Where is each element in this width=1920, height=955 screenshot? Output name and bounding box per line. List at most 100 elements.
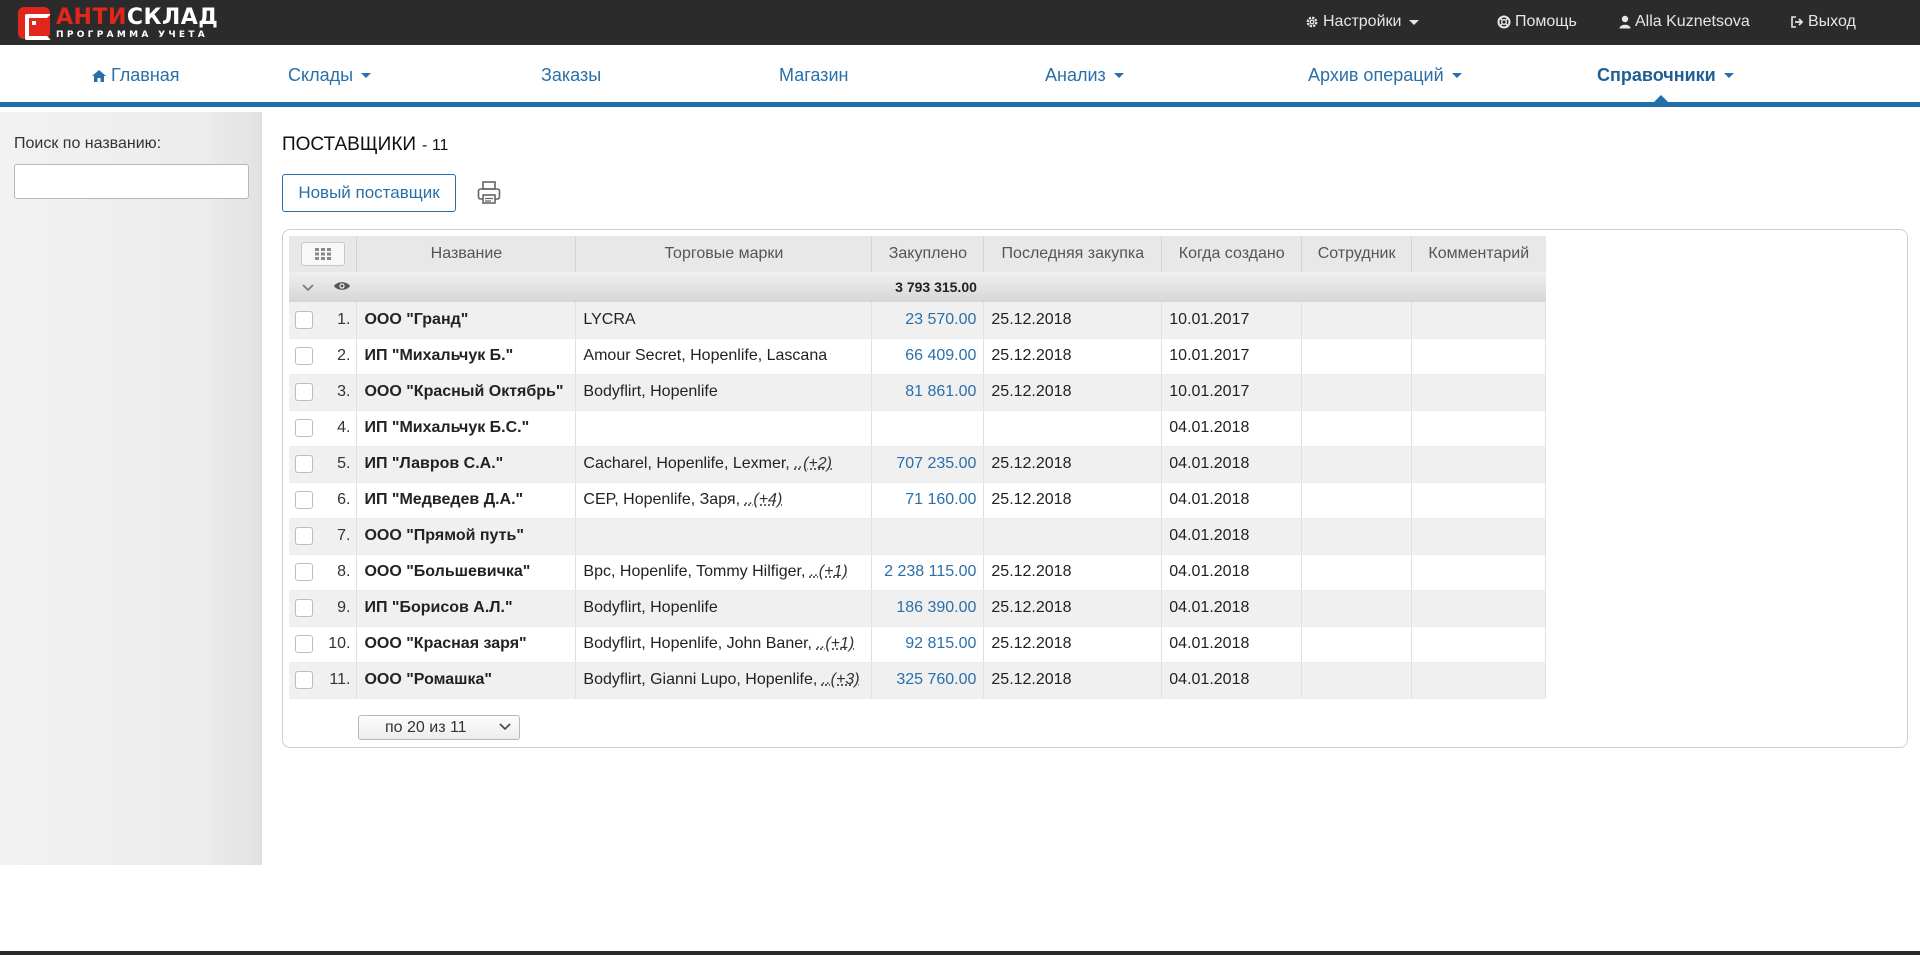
- created-date: 10.01.2017: [1161, 338, 1303, 375]
- purchased-amount[interactable]: 325 760.00: [871, 662, 985, 699]
- purchased-amount[interactable]: [871, 518, 985, 555]
- nav-shop[interactable]: Магазин: [779, 65, 848, 86]
- row-number: 11.: [326, 662, 358, 699]
- last-purchase-date: 25.12.2018: [983, 338, 1163, 375]
- search-input[interactable]: [14, 164, 249, 199]
- more-brands-link[interactable]: ..(+4): [744, 491, 782, 508]
- nav-home[interactable]: Главная: [91, 65, 180, 86]
- more-brands-link[interactable]: ..(+1): [816, 635, 854, 652]
- row-number: 5.: [326, 446, 358, 483]
- table-row[interactable]: 9. ИП "Борисов А.Л." Bodyflirt, Hopenlife 1…: [289, 590, 1546, 627]
- nav-orders[interactable]: Заказы: [541, 65, 601, 86]
- row-checkbox-cell[interactable]: [289, 338, 327, 375]
- app-logo[interactable]: АНТИСКЛАД ПРОГРАММА УЧЕТА: [18, 6, 218, 40]
- nav-analysis[interactable]: Анализ: [1045, 65, 1124, 86]
- created-date: 10.01.2017: [1161, 302, 1303, 339]
- column-chooser-button[interactable]: [300, 242, 345, 266]
- row-checkbox[interactable]: [295, 418, 313, 437]
- created-date: 04.01.2018: [1161, 482, 1303, 519]
- column-header-brands[interactable]: Торговые марки: [575, 236, 873, 272]
- row-checkbox[interactable]: [295, 562, 313, 581]
- logout-link[interactable]: Выход: [1790, 13, 1856, 31]
- supplier-name[interactable]: ООО "Прямой путь": [356, 518, 577, 555]
- more-brands-link[interactable]: ..(+3): [822, 671, 860, 688]
- row-checkbox[interactable]: [295, 526, 313, 545]
- user-menu[interactable]: Alla Kuznetsova: [1619, 13, 1750, 31]
- row-number: 6.: [326, 482, 358, 519]
- page-size-select[interactable]: по 20 из 11: [358, 715, 520, 740]
- column-header-comment[interactable]: Комментарий: [1411, 236, 1546, 272]
- row-checkbox[interactable]: [295, 490, 313, 509]
- purchased-amount[interactable]: 707 235.00: [871, 446, 985, 483]
- supplier-name[interactable]: ООО "Большевичка": [356, 554, 577, 591]
- row-checkbox-cell[interactable]: [289, 482, 327, 519]
- supplier-name[interactable]: ИП "Медведев Д.А.": [356, 482, 577, 519]
- row-checkbox[interactable]: [295, 310, 313, 329]
- column-header-created[interactable]: Когда создано: [1161, 236, 1303, 272]
- purchased-amount[interactable]: [871, 410, 985, 447]
- nav-archive[interactable]: Архив операций: [1308, 65, 1462, 86]
- employee-cell: [1301, 554, 1413, 591]
- comment-cell: [1411, 374, 1546, 411]
- visibility-toggle[interactable]: [326, 272, 357, 302]
- brands-list: Amour Secret, Hopenlife, Lascana: [583, 347, 828, 364]
- supplier-name[interactable]: ИП "Михальчук Б.С.": [356, 410, 577, 447]
- row-checkbox-cell[interactable]: [289, 626, 327, 663]
- more-brands-link[interactable]: ..(+1): [810, 563, 848, 580]
- table-row[interactable]: 11. ООО "Ромашка" Bodyflirt, Gianni Lupo, …: [289, 662, 1546, 699]
- table-row[interactable]: 1. ООО "Гранд" LYCRA 23 570.00 25.12.2018 10.…: [289, 302, 1546, 339]
- supplier-name[interactable]: ООО "Ромашка": [356, 662, 577, 699]
- purchased-amount[interactable]: 186 390.00: [871, 590, 985, 627]
- supplier-name[interactable]: ООО "Гранд": [356, 302, 577, 339]
- nav-references[interactable]: Справочники: [1597, 65, 1734, 86]
- supplier-name[interactable]: ИП "Лавров С.А.": [356, 446, 577, 483]
- nav-warehouses[interactable]: Склады: [288, 65, 372, 86]
- print-icon[interactable]: [476, 180, 502, 206]
- column-header-purchased[interactable]: Закуплено: [871, 236, 985, 272]
- purchased-amount[interactable]: 92 815.00: [871, 626, 985, 663]
- last-purchase-date: [983, 410, 1163, 447]
- row-checkbox-cell[interactable]: [289, 554, 327, 591]
- row-checkbox[interactable]: [295, 382, 313, 401]
- column-header-employee[interactable]: Сотрудник: [1301, 236, 1413, 272]
- row-checkbox-cell[interactable]: [289, 374, 327, 411]
- brands-cell: [575, 410, 873, 447]
- row-checkbox-cell[interactable]: [289, 302, 327, 339]
- purchased-amount[interactable]: 66 409.00: [871, 338, 985, 375]
- row-number: 10.: [326, 626, 358, 663]
- table-row[interactable]: 4. ИП "Михальчук Б.С." 04.01.2018: [289, 410, 1546, 447]
- row-checkbox-cell[interactable]: [289, 446, 327, 483]
- table-row[interactable]: 2. ИП "Михальчук Б." Amour Secret, Hopenli…: [289, 338, 1546, 375]
- collapse-toggle[interactable]: [289, 272, 327, 302]
- purchased-amount[interactable]: 23 570.00: [871, 302, 985, 339]
- table-row[interactable]: 3. ООО "Красный Октябрь" Bodyflirt, Hopenl…: [289, 374, 1546, 411]
- row-checkbox[interactable]: [295, 346, 313, 365]
- settings-menu[interactable]: Настройки: [1305, 13, 1420, 31]
- supplier-name[interactable]: ООО "Красная заря": [356, 626, 577, 663]
- help-link[interactable]: Помощь: [1497, 13, 1577, 31]
- row-checkbox-cell[interactable]: [289, 662, 327, 699]
- purchased-amount[interactable]: 81 861.00: [871, 374, 985, 411]
- more-brands-link[interactable]: ..(+2): [794, 455, 832, 472]
- supplier-name[interactable]: ИП "Борисов А.Л.": [356, 590, 577, 627]
- table-row[interactable]: 7. ООО "Прямой путь" 04.01.2018: [289, 518, 1546, 555]
- table-row[interactable]: 8. ООО "Большевичка" Bpc, Hopenlife, Tommy…: [289, 554, 1546, 591]
- purchased-amount[interactable]: 71 160.00: [871, 482, 985, 519]
- supplier-name[interactable]: ООО "Красный Октябрь": [356, 374, 577, 411]
- new-supplier-button[interactable]: Новый поставщик: [282, 174, 456, 212]
- row-checkbox[interactable]: [295, 670, 313, 689]
- row-checkbox[interactable]: [295, 634, 313, 653]
- row-checkbox[interactable]: [295, 598, 313, 617]
- chevron-down-icon: [1113, 73, 1124, 78]
- row-checkbox-cell[interactable]: [289, 410, 327, 447]
- purchased-amount[interactable]: 2 238 115.00: [871, 554, 985, 591]
- table-row[interactable]: 6. ИП "Медведев Д.А." CEP, Hopenlife, Заря…: [289, 482, 1546, 519]
- row-checkbox[interactable]: [295, 454, 313, 473]
- table-row[interactable]: 10. ООО "Красная заря" Bodyflirt, Hopenlif…: [289, 626, 1546, 663]
- row-checkbox-cell[interactable]: [289, 590, 327, 627]
- row-checkbox-cell[interactable]: [289, 518, 327, 555]
- supplier-name[interactable]: ИП "Михальчук Б.": [356, 338, 577, 375]
- column-header-name[interactable]: Название: [356, 236, 577, 272]
- table-row[interactable]: 5. ИП "Лавров С.А." Cacharel, Hopenlife, L…: [289, 446, 1546, 483]
- column-header-last-purchase[interactable]: Последняя закупка: [983, 236, 1163, 272]
